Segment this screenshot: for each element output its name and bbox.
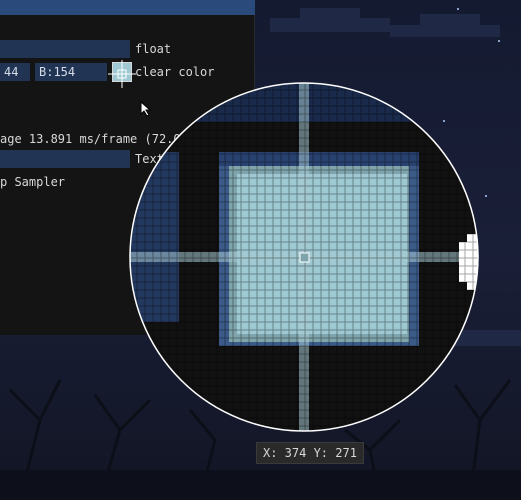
color-picker-magnifier <box>129 82 479 432</box>
clear-color-label: clear color <box>135 65 215 79</box>
color-b-field[interactable]: B:154 <box>35 63 107 81</box>
pixel-coordinates-readout: X: 374 Y: 271 <box>256 442 364 464</box>
float-slider[interactable] <box>0 40 130 58</box>
window-titlebar[interactable] <box>0 0 255 15</box>
color-r-field[interactable]: 44 <box>0 63 30 81</box>
sampler-label: p Sampler <box>0 175 66 189</box>
text-input[interactable] <box>0 150 130 168</box>
float-label: float <box>135 42 172 56</box>
